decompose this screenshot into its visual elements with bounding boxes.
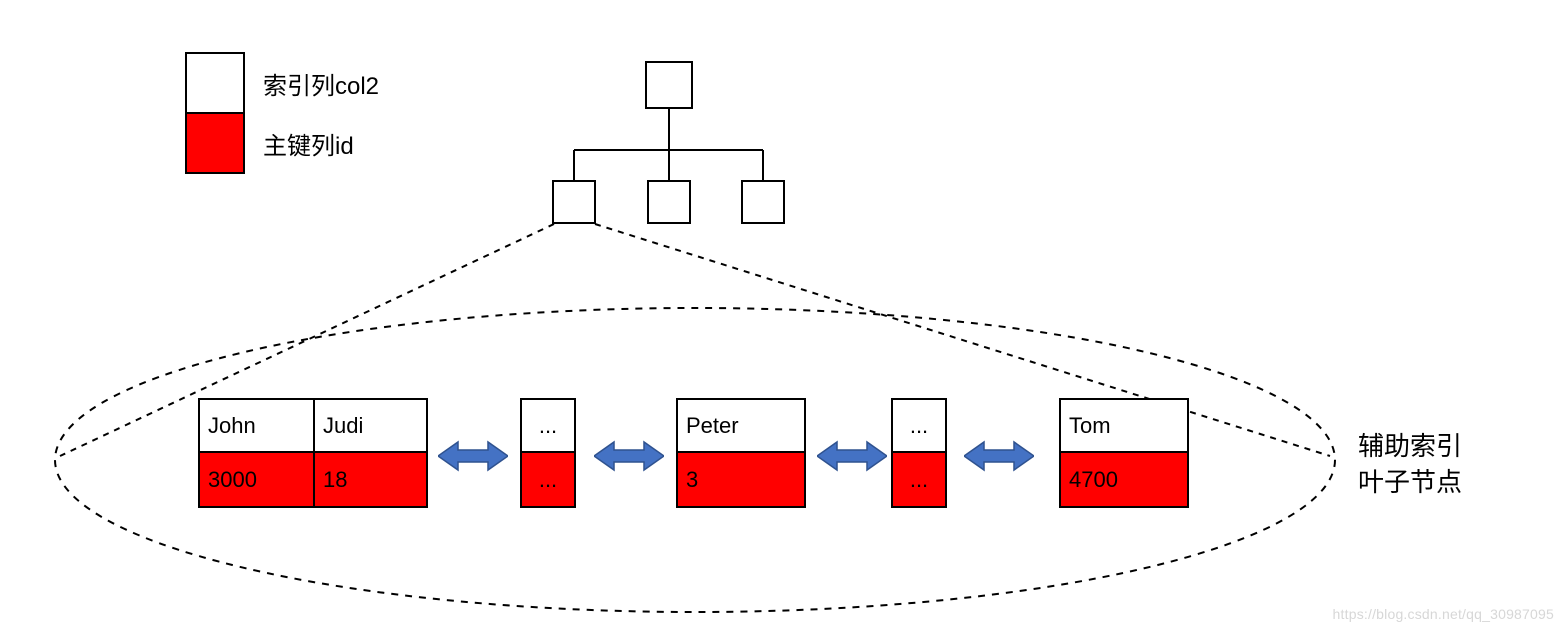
tree-child-node bbox=[741, 180, 785, 224]
leaf-col2: Tom bbox=[1061, 400, 1187, 451]
leaf-id: 3000 bbox=[200, 453, 313, 506]
legend-row-index: 索引列col2 bbox=[185, 52, 379, 114]
leaf-node: John Judi 3000 18 bbox=[198, 398, 428, 508]
leaf-col2: John bbox=[200, 400, 313, 451]
leaf-col2: Judi bbox=[313, 400, 426, 451]
leaf-node: Peter 3 bbox=[676, 398, 806, 508]
tree-child-node bbox=[647, 180, 691, 224]
leaf-node: ... ... bbox=[520, 398, 576, 508]
leaf-id: 4700 bbox=[1061, 453, 1187, 506]
leaf-col2: ... bbox=[522, 400, 574, 451]
leaf-id: ... bbox=[893, 453, 945, 506]
legend-swatch-white bbox=[185, 52, 245, 114]
leaf-node: Tom 4700 bbox=[1059, 398, 1189, 508]
leaf-id: 18 bbox=[313, 453, 426, 506]
legend-row-pk: 主键列id bbox=[185, 112, 379, 174]
double-arrow-icon bbox=[438, 440, 508, 472]
leaf-id: 3 bbox=[678, 453, 804, 506]
legend: 索引列col2 主键列id bbox=[185, 52, 379, 174]
legend-label-pk: 主键列id bbox=[263, 126, 354, 161]
double-arrow-icon bbox=[594, 440, 664, 472]
watermark: https://blog.csdn.net/qq_30987095 bbox=[1333, 606, 1554, 622]
leaf-col2: Peter bbox=[678, 400, 804, 451]
legend-swatch-red bbox=[185, 112, 245, 174]
leaf-col2: ... bbox=[893, 400, 945, 451]
double-arrow-icon bbox=[817, 440, 887, 472]
double-arrow-icon bbox=[964, 440, 1034, 472]
legend-label-index: 索引列col2 bbox=[263, 66, 379, 101]
caption-line: 叶子节点 bbox=[1358, 464, 1462, 500]
leaf-id: ... bbox=[522, 453, 574, 506]
tree-child-node bbox=[552, 180, 596, 224]
caption-line: 辅助索引 bbox=[1358, 428, 1462, 464]
diagram-caption: 辅助索引 叶子节点 bbox=[1358, 428, 1462, 501]
tree-root-node bbox=[645, 61, 693, 109]
leaf-node: ... ... bbox=[891, 398, 947, 508]
